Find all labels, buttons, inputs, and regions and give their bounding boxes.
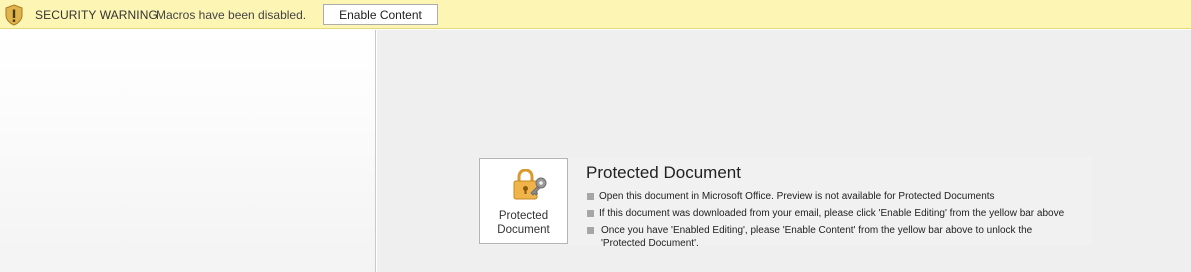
enable-content-button[interactable]: Enable Content xyxy=(323,4,438,25)
protected-document-icon-box: Protected Document xyxy=(479,158,568,244)
left-pane xyxy=(0,30,376,272)
instruction-line: Once you have 'Enabled Editing', please … xyxy=(601,225,1033,236)
security-warning-title: SECURITY WARNING xyxy=(35,8,158,22)
bullet-square-icon xyxy=(587,193,594,200)
bullet-square-icon xyxy=(587,227,594,234)
bullet-square-icon xyxy=(587,210,594,217)
security-warning-message: Macros have been disabled. xyxy=(156,8,307,22)
protected-document-icon-label: Protected Document xyxy=(480,209,567,237)
shield-exclamation-icon xyxy=(5,4,23,26)
protected-document-title: Protected Document xyxy=(586,163,741,182)
security-warning-bar: SECURITY WARNING Macros have been disabl… xyxy=(0,0,1191,29)
padlock-key-icon xyxy=(513,169,547,200)
icon-label-line1: Protected xyxy=(498,210,549,222)
instruction-line: 'Protected Document'. xyxy=(601,238,699,249)
icon-label-line2: Document xyxy=(497,224,550,236)
